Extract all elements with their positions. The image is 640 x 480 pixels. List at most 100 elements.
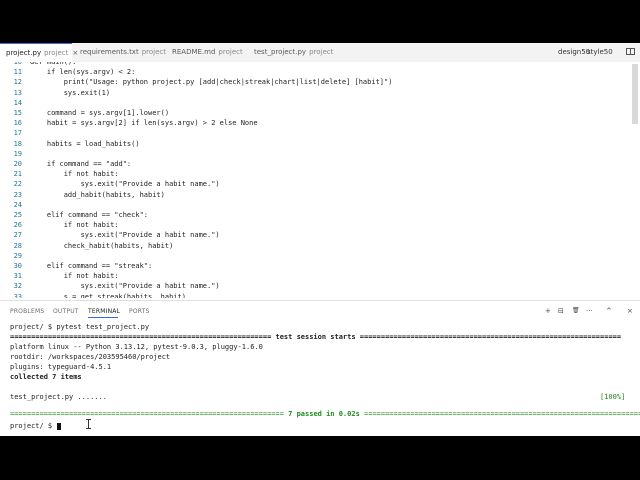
- tab-terminal[interactable]: TERMINAL: [88, 308, 120, 315]
- code-line: 25 elif command == "check":: [0, 210, 640, 220]
- line-number: 28: [13, 241, 22, 250]
- design50-button[interactable]: design50: [558, 48, 590, 56]
- code-text: if command == "add":: [30, 160, 132, 168]
- line-number: 26: [13, 221, 22, 230]
- code-line: 30 elif command == "streak":: [0, 261, 640, 271]
- summary-line: ========================================…: [10, 409, 640, 419]
- tab-label: test_project.py: [254, 48, 307, 56]
- tab-readme-md[interactable]: README.md project: [166, 43, 246, 62]
- line-number: 31: [13, 272, 22, 281]
- progress-percent: [100%]: [600, 393, 626, 401]
- line-number: 20: [13, 160, 22, 168]
- editor-scrollbar-thumb[interactable]: [632, 64, 638, 124]
- platform-line: platform linux -- Python 3.13.12, pytest…: [10, 343, 263, 351]
- tab-folder: project: [44, 49, 69, 57]
- tab-ports[interactable]: PORTS: [129, 308, 150, 315]
- line-number: 25: [13, 211, 22, 219]
- more-actions-icon[interactable]: ···: [586, 307, 593, 315]
- bottom-panel: PROBLEMS OUTPUT TERMINAL PORTS + ⊟ 🗑 ···…: [0, 300, 640, 436]
- line-number: 17: [13, 129, 22, 138]
- code-line: 19: [0, 149, 640, 159]
- code-text: s = get_streak(habits, habit): [30, 292, 186, 298]
- style50-button[interactable]: style50: [587, 48, 613, 56]
- code-text: if len(sys.argv) < 2:: [30, 68, 136, 77]
- line-number: 15: [13, 109, 22, 117]
- line-number: 29: [13, 251, 22, 260]
- code-line: 32 sys.exit("Provide a habit name."): [0, 281, 640, 291]
- code-line: 11 if len(sys.argv) < 2:: [0, 67, 640, 77]
- tab-requirements-txt[interactable]: requirements.txt project: [74, 43, 166, 62]
- tab-folder: project: [309, 48, 334, 56]
- code-line: 21 if not habit:: [0, 169, 640, 179]
- code-text: sys.exit("Provide a habit name."): [30, 282, 220, 291]
- close-panel-icon[interactable]: ×: [627, 307, 633, 315]
- code-line: 28 check_habit(habits, habit): [0, 241, 640, 251]
- line-number: 12: [13, 78, 22, 87]
- split-terminal-icon[interactable]: ⊟: [558, 307, 564, 315]
- code-line: 14: [0, 98, 640, 108]
- tab-label: README.md: [172, 48, 216, 56]
- mouse-ibeam-cursor: [86, 419, 91, 429]
- code-line: 15 command = sys.argv[1].lower(): [0, 108, 640, 118]
- summary-rule-left: ========================================…: [10, 410, 284, 418]
- line-number: 23: [13, 190, 22, 199]
- tab-folder: project: [141, 48, 166, 56]
- summary-text: 7 passed in 0.02s: [283, 410, 365, 418]
- line-number: 27: [13, 231, 22, 240]
- editor-tab-bar: project.py project × requirements.txt proje…: [0, 43, 640, 63]
- ide-window: project.py project × requirements.txt proje…: [0, 43, 640, 436]
- code-text: sys.exit(1): [30, 88, 111, 97]
- summary-rule-right: ========================================…: [364, 410, 640, 418]
- trash-icon[interactable]: 🗑: [572, 307, 580, 314]
- tab-project-py[interactable]: project.py project ×: [0, 43, 78, 63]
- plugins-line: plugins: typeguard-4.5.1: [10, 363, 112, 371]
- tab-test-project-py[interactable]: test_project.py project: [248, 43, 338, 62]
- code-line: 29: [0, 251, 640, 261]
- tab-problems[interactable]: PROBLEMS: [10, 308, 44, 315]
- line-number: 19: [13, 149, 22, 158]
- code-line: 18 habits = load_habits(): [0, 139, 640, 149]
- code-line: 24: [0, 200, 640, 210]
- code-text: elif command == "streak":: [30, 262, 153, 270]
- line-number: 11: [13, 68, 22, 77]
- line-number: 33: [13, 292, 22, 298]
- line-number: 30: [13, 262, 22, 270]
- code-line: 33 s = get_streak(habits, habit): [0, 292, 640, 298]
- code-text: if not habit:: [30, 170, 119, 179]
- code-line: 27 sys.exit("Provide a habit name."): [0, 230, 640, 240]
- maximize-panel-icon[interactable]: ^: [606, 307, 612, 315]
- terminal-prompt: project/ $: [10, 422, 53, 430]
- line-number: 13: [13, 88, 22, 97]
- code-text: sys.exit("Provide a habit name."): [30, 231, 220, 240]
- line-number: 14: [13, 98, 22, 107]
- tab-label: project.py: [6, 49, 42, 57]
- code-line: 13 sys.exit(1): [0, 88, 640, 98]
- add-terminal-icon[interactable]: +: [545, 307, 551, 315]
- code-line: 26 if not habit:: [0, 220, 640, 230]
- tab-output[interactable]: OUTPUT: [53, 308, 79, 315]
- split-editor-icon[interactable]: [626, 48, 635, 55]
- tab-label: requirements.txt: [80, 48, 139, 56]
- code-text: if not habit:: [30, 221, 119, 230]
- code-text: habits = load_habits(): [30, 139, 140, 148]
- test-result-line: test_project.py .......: [10, 393, 107, 401]
- collected-line: collected 7 items: [10, 373, 82, 381]
- code-line: 12 print("Usage: python project.py [add|…: [0, 77, 640, 87]
- code-line: 31 if not habit:: [0, 271, 640, 281]
- line-number: 16: [13, 119, 22, 128]
- code-text: habit = sys.argv[2] if len(sys.argv) > 2…: [30, 119, 258, 128]
- code-line: 23 add_habit(habits, habit): [0, 190, 640, 200]
- code-line: 22 sys.exit("Provide a habit name."): [0, 179, 640, 189]
- code-editor[interactable]: 10 def main(): 11 if len(sys.argv) < 2: 12 …: [0, 62, 640, 298]
- code-text: add_habit(habits, habit): [30, 190, 165, 199]
- code-line: 17: [0, 128, 640, 138]
- line-number: 18: [13, 139, 22, 148]
- terminal-cursor: [57, 423, 61, 430]
- code-text: check_habit(habits, habit): [30, 241, 174, 250]
- code-line: 16 habit = sys.argv[2] if len(sys.argv) …: [0, 118, 640, 128]
- session-start-line: ========================================…: [10, 333, 622, 341]
- code-text: sys.exit("Provide a habit name."): [30, 180, 220, 189]
- code-line: 20 if command == "add":: [0, 159, 640, 169]
- line-number: 32: [13, 282, 22, 291]
- line-number: 22: [13, 180, 22, 189]
